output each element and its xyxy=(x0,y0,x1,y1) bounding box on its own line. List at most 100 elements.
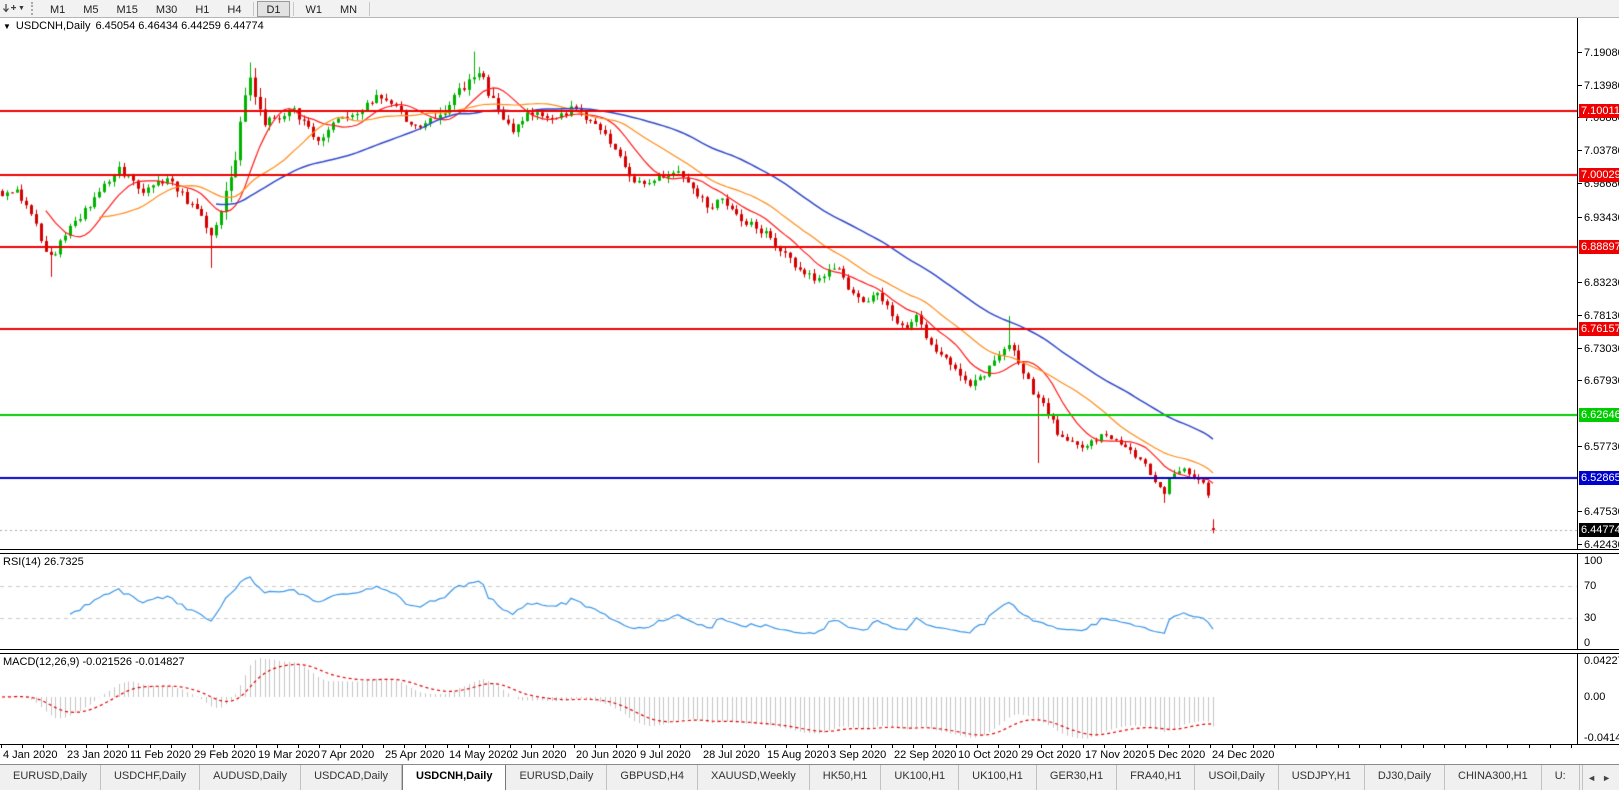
chart-tab-usdchf-daily[interactable]: USDCHF,Daily xyxy=(101,765,201,790)
date-tick xyxy=(107,745,108,748)
chart-tab-eurusd-daily[interactable]: EURUSD,Daily xyxy=(506,765,608,790)
date-tick xyxy=(1380,745,1381,748)
date-tick xyxy=(171,745,172,748)
macd-canvas[interactable] xyxy=(0,654,1577,744)
chart-tab-dj30-daily[interactable]: DJ30,Daily xyxy=(1365,765,1446,790)
date-tick xyxy=(1571,745,1572,748)
timeframe-button-m1[interactable]: M1 xyxy=(41,1,74,17)
date-tick xyxy=(828,745,829,748)
chart-cursor-icon[interactable] xyxy=(3,3,17,15)
date-tick xyxy=(659,745,660,748)
date-tick xyxy=(1423,745,1424,748)
level-price-label: 6.88897 xyxy=(1579,239,1619,254)
date-tick xyxy=(213,745,214,748)
date-label: 29 Oct 2020 xyxy=(1021,749,1081,761)
date-tick xyxy=(1147,745,1148,748)
date-tick xyxy=(86,745,87,748)
date-tick xyxy=(128,745,129,748)
chart-collapse-icon[interactable]: ▼ xyxy=(3,22,11,31)
rsi-canvas[interactable] xyxy=(0,554,1577,649)
rsi-tick-label: 100 xyxy=(1584,555,1603,567)
date-tick xyxy=(1104,745,1105,748)
date-tick xyxy=(1465,745,1466,748)
rsi-axis[interactable]: 100 70 30 0 xyxy=(1577,554,1619,649)
chart-tab-eurusd-daily[interactable]: EURUSD,Daily xyxy=(0,765,101,790)
timeframe-button-w1[interactable]: W1 xyxy=(297,1,332,17)
chart-tab-usdjpy-h1[interactable]: USDJPY,H1 xyxy=(1279,765,1365,790)
timeframe-button-m30[interactable]: M30 xyxy=(147,1,186,17)
timeframe-buttons-group: M1 M5 M15 M30 H1 H4 D1 W1 MN xyxy=(41,0,373,17)
tab-scroll-left-button[interactable]: ◄ xyxy=(1587,773,1596,783)
timeframe-button-d1[interactable]: D1 xyxy=(257,0,290,17)
date-tick xyxy=(340,745,341,748)
rsi-label: RSI(14) 26.7325 xyxy=(3,556,84,568)
date-tick xyxy=(850,745,851,748)
date-label: 3 Sep 2020 xyxy=(830,749,887,761)
chart-tab-hk50-h1[interactable]: HK50,H1 xyxy=(810,765,882,790)
chart-tab-audusd-daily[interactable]: AUDUSD,Daily xyxy=(200,765,302,790)
date-label: 20 Jun 2020 xyxy=(576,749,637,761)
timeframe-button-h4[interactable]: H4 xyxy=(218,1,250,17)
date-tick xyxy=(574,745,575,748)
price-axis[interactable]: 7.190807.139807.088807.037806.986806.934… xyxy=(1577,18,1619,551)
date-tick xyxy=(65,745,66,748)
date-tick xyxy=(1125,745,1126,748)
tab-scroll-controls: ◄ ► xyxy=(1582,765,1619,790)
date-axis[interactable]: 4 Jan 2020 23 Jan 2020 11 Feb 2020 29 Feb 2… xyxy=(0,744,1619,764)
date-tick xyxy=(998,745,999,748)
macd-tick-label: 0.042275 xyxy=(1584,655,1619,667)
date-tick xyxy=(765,745,766,748)
chart-symbol-label: USDCNH,Daily xyxy=(15,20,91,32)
date-tick xyxy=(616,745,617,748)
date-tick xyxy=(1316,745,1317,748)
date-tick xyxy=(1041,745,1042,748)
date-tick xyxy=(510,745,511,748)
date-tick xyxy=(256,745,257,748)
timeframe-button-m5[interactable]: M5 xyxy=(74,1,107,17)
timeframe-button-m15[interactable]: M15 xyxy=(108,1,147,17)
date-label: 5 Dec 2020 xyxy=(1149,749,1206,761)
chart-tab-gbpusd-h4[interactable]: GBPUSD,H4 xyxy=(607,765,698,790)
chart-tab-xauusd-weekly[interactable]: XAUUSD,Weekly xyxy=(698,765,810,790)
date-label: 25 Apr 2020 xyxy=(385,749,445,761)
dropdown-caret-icon[interactable]: ▼ xyxy=(18,5,25,12)
date-tick xyxy=(977,745,978,748)
level-price-label: 6.76157 xyxy=(1579,321,1619,336)
timeframe-button-h1[interactable]: H1 xyxy=(186,1,218,17)
rsi-tick-label: 30 xyxy=(1584,612,1597,625)
main-chart-canvas[interactable] xyxy=(0,18,1577,549)
date-tick xyxy=(192,745,193,748)
date-tick xyxy=(1062,745,1063,748)
timeframe-button-mn[interactable]: MN xyxy=(331,1,366,17)
chart-title: ▼ USDCNH,Daily 6.45054 6.46434 6.44259 6… xyxy=(3,20,264,32)
chart-tab-uk100-h1[interactable]: UK100,H1 xyxy=(881,765,960,790)
chart-tab-fra40-h1[interactable]: FRA40,H1 xyxy=(1117,765,1196,790)
chart-tab-china300-h1[interactable]: CHINA300,H1 xyxy=(1445,765,1542,790)
price-tick-label: 6.47530 xyxy=(1578,505,1619,519)
date-tick xyxy=(531,745,532,748)
chart-tab-u-[interactable]: U: xyxy=(1542,765,1580,790)
date-tick xyxy=(553,745,554,748)
date-tick xyxy=(1210,745,1211,748)
date-tick xyxy=(1168,745,1169,748)
macd-axis[interactable]: 0.0422750.00-0.04148 xyxy=(1577,654,1619,744)
toolbar-separator xyxy=(292,1,294,16)
date-tick xyxy=(383,745,384,748)
chart-tab-ger30-h1[interactable]: GER30,H1 xyxy=(1037,765,1118,790)
chart-tab-usdcad-daily[interactable]: USDCAD,Daily xyxy=(301,765,403,790)
date-tick xyxy=(680,745,681,748)
date-tick xyxy=(1083,745,1084,748)
chart-tab-usdcnh-daily[interactable]: USDCNH,Daily xyxy=(402,765,507,790)
toolbar-separator xyxy=(369,1,371,16)
date-tick xyxy=(892,745,893,748)
chart-ohlc-values: 6.45054 6.46434 6.44259 6.44774 xyxy=(95,20,264,32)
date-tick xyxy=(43,745,44,748)
level-price-label: 6.62646 xyxy=(1579,408,1619,423)
chart-tab-usoil-daily[interactable]: USOil,Daily xyxy=(1195,765,1279,790)
date-label: 14 May 2020 xyxy=(449,749,513,761)
chart-tab-uk100-h1[interactable]: UK100,H1 xyxy=(959,765,1037,790)
date-tick xyxy=(935,745,936,748)
toolbar-grip[interactable] xyxy=(30,2,38,15)
tab-scroll-right-button[interactable]: ► xyxy=(1602,773,1611,783)
date-tick xyxy=(1359,745,1360,748)
